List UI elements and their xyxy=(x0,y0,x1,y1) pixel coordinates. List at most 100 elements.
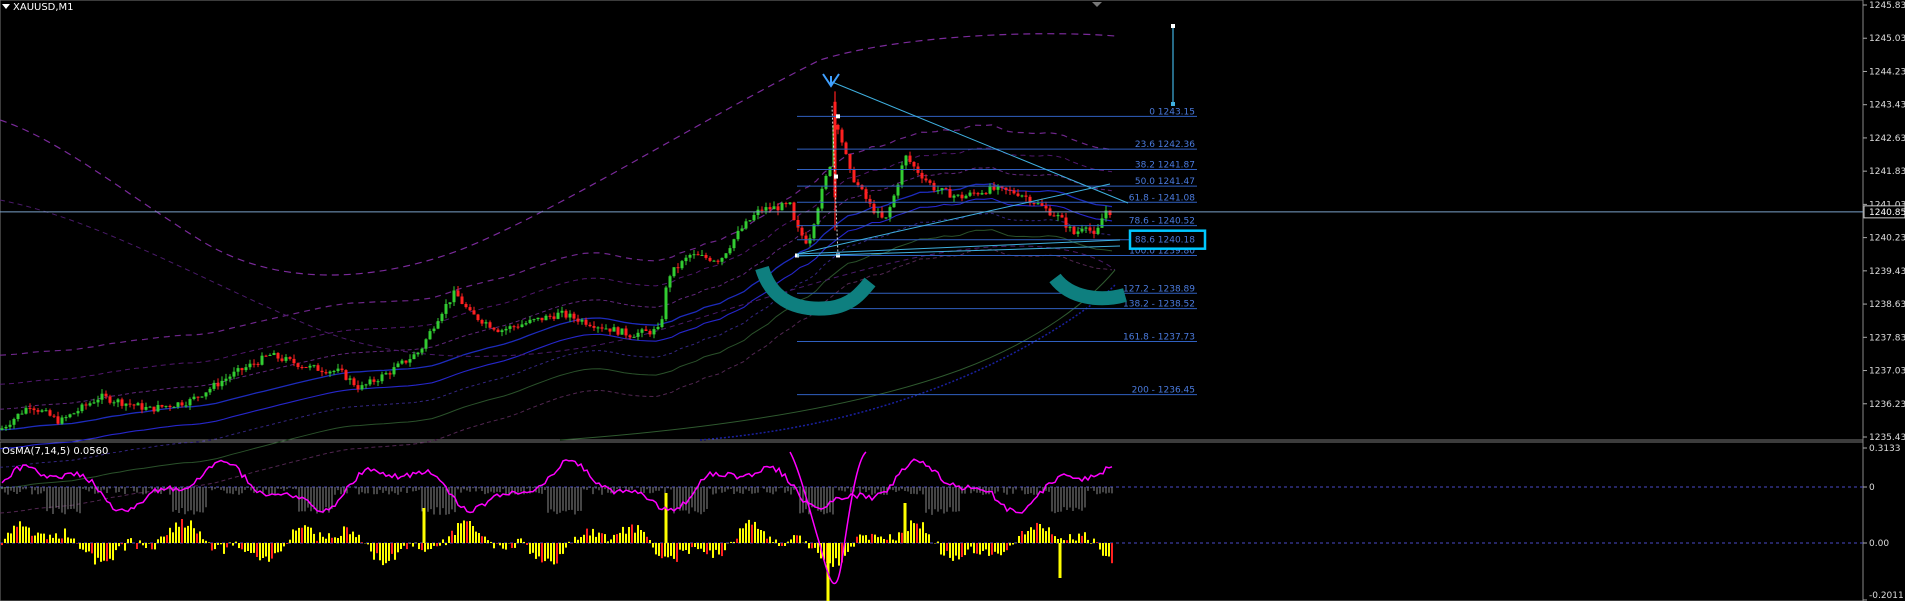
candle-body xyxy=(444,304,448,314)
candle-body xyxy=(200,396,204,398)
candle-body xyxy=(304,367,308,368)
candle-body xyxy=(580,319,584,322)
candle-body xyxy=(676,267,680,269)
candle-body xyxy=(656,327,660,330)
candle-body xyxy=(4,426,8,429)
candle-body xyxy=(708,257,712,261)
candle-body xyxy=(812,224,816,239)
price-tick-label: 1238.63 xyxy=(1869,300,1905,310)
candle-body xyxy=(604,328,608,330)
candle-body xyxy=(664,287,668,320)
candle-body xyxy=(180,402,184,406)
candle-body xyxy=(576,318,580,322)
candle-body xyxy=(984,193,988,195)
candle-body xyxy=(968,192,972,196)
fib-highlight-label: 88.6 1240.18 xyxy=(1135,236,1195,246)
candle-body xyxy=(628,335,632,338)
price-tick-label: 1241.83 xyxy=(1869,167,1905,177)
candle-body xyxy=(1068,226,1072,228)
candle-body xyxy=(748,220,752,222)
candle-body xyxy=(740,228,744,231)
candle-body xyxy=(348,378,352,380)
candle-body xyxy=(420,348,424,353)
candle-body xyxy=(652,329,656,335)
candle-body xyxy=(428,331,432,340)
candle-body xyxy=(564,310,568,318)
candle-body xyxy=(20,413,24,415)
candle-body xyxy=(1100,218,1104,228)
candle-body xyxy=(128,403,132,405)
symbol-title[interactable]: XAUUSD,M1 xyxy=(0,2,74,13)
candle-body xyxy=(412,354,416,360)
price-tick-label: 1243.43 xyxy=(1869,101,1905,111)
candle-body xyxy=(168,405,172,407)
candle-body xyxy=(376,381,380,383)
candle-body xyxy=(108,396,112,403)
chart-canvas[interactable]: 0 1243.15 23.6 1242.36 38.2 1241.87 50.0 12… xyxy=(0,0,1905,601)
candle-body xyxy=(264,355,268,357)
candle-body xyxy=(116,399,120,403)
candle-body xyxy=(36,410,40,412)
candle-body xyxy=(672,267,676,277)
candle-body xyxy=(996,186,1000,190)
candle-body xyxy=(1044,205,1048,209)
candle-body xyxy=(480,320,484,324)
candle-body xyxy=(400,360,404,364)
candle-body xyxy=(724,253,728,258)
candle-body xyxy=(380,374,384,382)
chevron-down-icon[interactable] xyxy=(2,4,10,9)
candle-body xyxy=(12,419,16,425)
candle-body xyxy=(16,413,20,419)
candle-body xyxy=(44,410,48,412)
candle-body xyxy=(172,406,176,408)
candle-body xyxy=(452,290,456,303)
candle-body xyxy=(644,329,648,331)
candle-body xyxy=(1040,203,1044,206)
candle-body xyxy=(132,404,136,406)
candle-body xyxy=(692,254,696,256)
candle-body xyxy=(1080,228,1084,232)
candle-body xyxy=(648,330,652,335)
candle-body xyxy=(772,206,776,210)
candle-body xyxy=(852,168,856,183)
candle-body xyxy=(980,193,984,195)
candle-body xyxy=(448,302,452,305)
price-tick-label: 1237.83 xyxy=(1869,333,1905,343)
candle-body xyxy=(196,396,200,398)
candle-body xyxy=(1084,227,1088,229)
candle-body xyxy=(616,327,620,335)
candle-body xyxy=(476,314,480,320)
candle-body xyxy=(732,239,736,249)
candle-body xyxy=(224,378,228,381)
candle-body xyxy=(1016,193,1020,196)
candle-body xyxy=(752,215,756,221)
candle-body xyxy=(736,230,740,240)
candle-body xyxy=(956,194,960,196)
candle-body xyxy=(720,257,724,262)
indicator-title: OsMA(7,14,5) 0.0560 xyxy=(2,446,109,457)
candle-body xyxy=(784,203,788,205)
candle-body xyxy=(540,317,544,321)
candle-body xyxy=(288,357,292,359)
candle-body xyxy=(356,385,360,390)
candle-body xyxy=(88,403,92,406)
candle-body xyxy=(236,368,240,372)
candle-body xyxy=(964,195,968,199)
fib-level-label: 161.8 - 1237.73 xyxy=(1123,332,1195,342)
candle-body xyxy=(292,358,296,364)
candle-body xyxy=(808,238,812,244)
candle-body xyxy=(924,178,928,181)
price-tick-label: 1245.83 xyxy=(1869,1,1905,11)
candle-body xyxy=(912,162,916,167)
candle-body xyxy=(828,166,832,176)
candle-body xyxy=(52,415,56,417)
candle-body xyxy=(484,322,488,324)
candle-body xyxy=(976,193,980,195)
candle-body xyxy=(312,365,316,367)
candle-body xyxy=(460,296,464,304)
candle-body xyxy=(524,323,528,325)
fib-level-label: 50.0 1241.47 xyxy=(1135,177,1195,187)
candle-body xyxy=(80,404,84,412)
candle-body xyxy=(920,172,924,179)
candle-body xyxy=(144,407,148,410)
